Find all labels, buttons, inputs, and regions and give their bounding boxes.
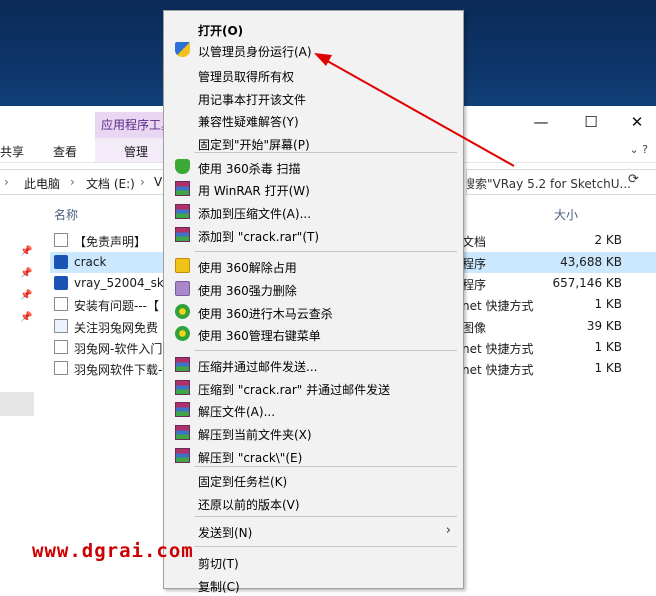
annotation-arrow-head: [314, 53, 332, 66]
annotation-arrow-line: [321, 57, 515, 167]
annotation-arrow: [314, 53, 515, 167]
